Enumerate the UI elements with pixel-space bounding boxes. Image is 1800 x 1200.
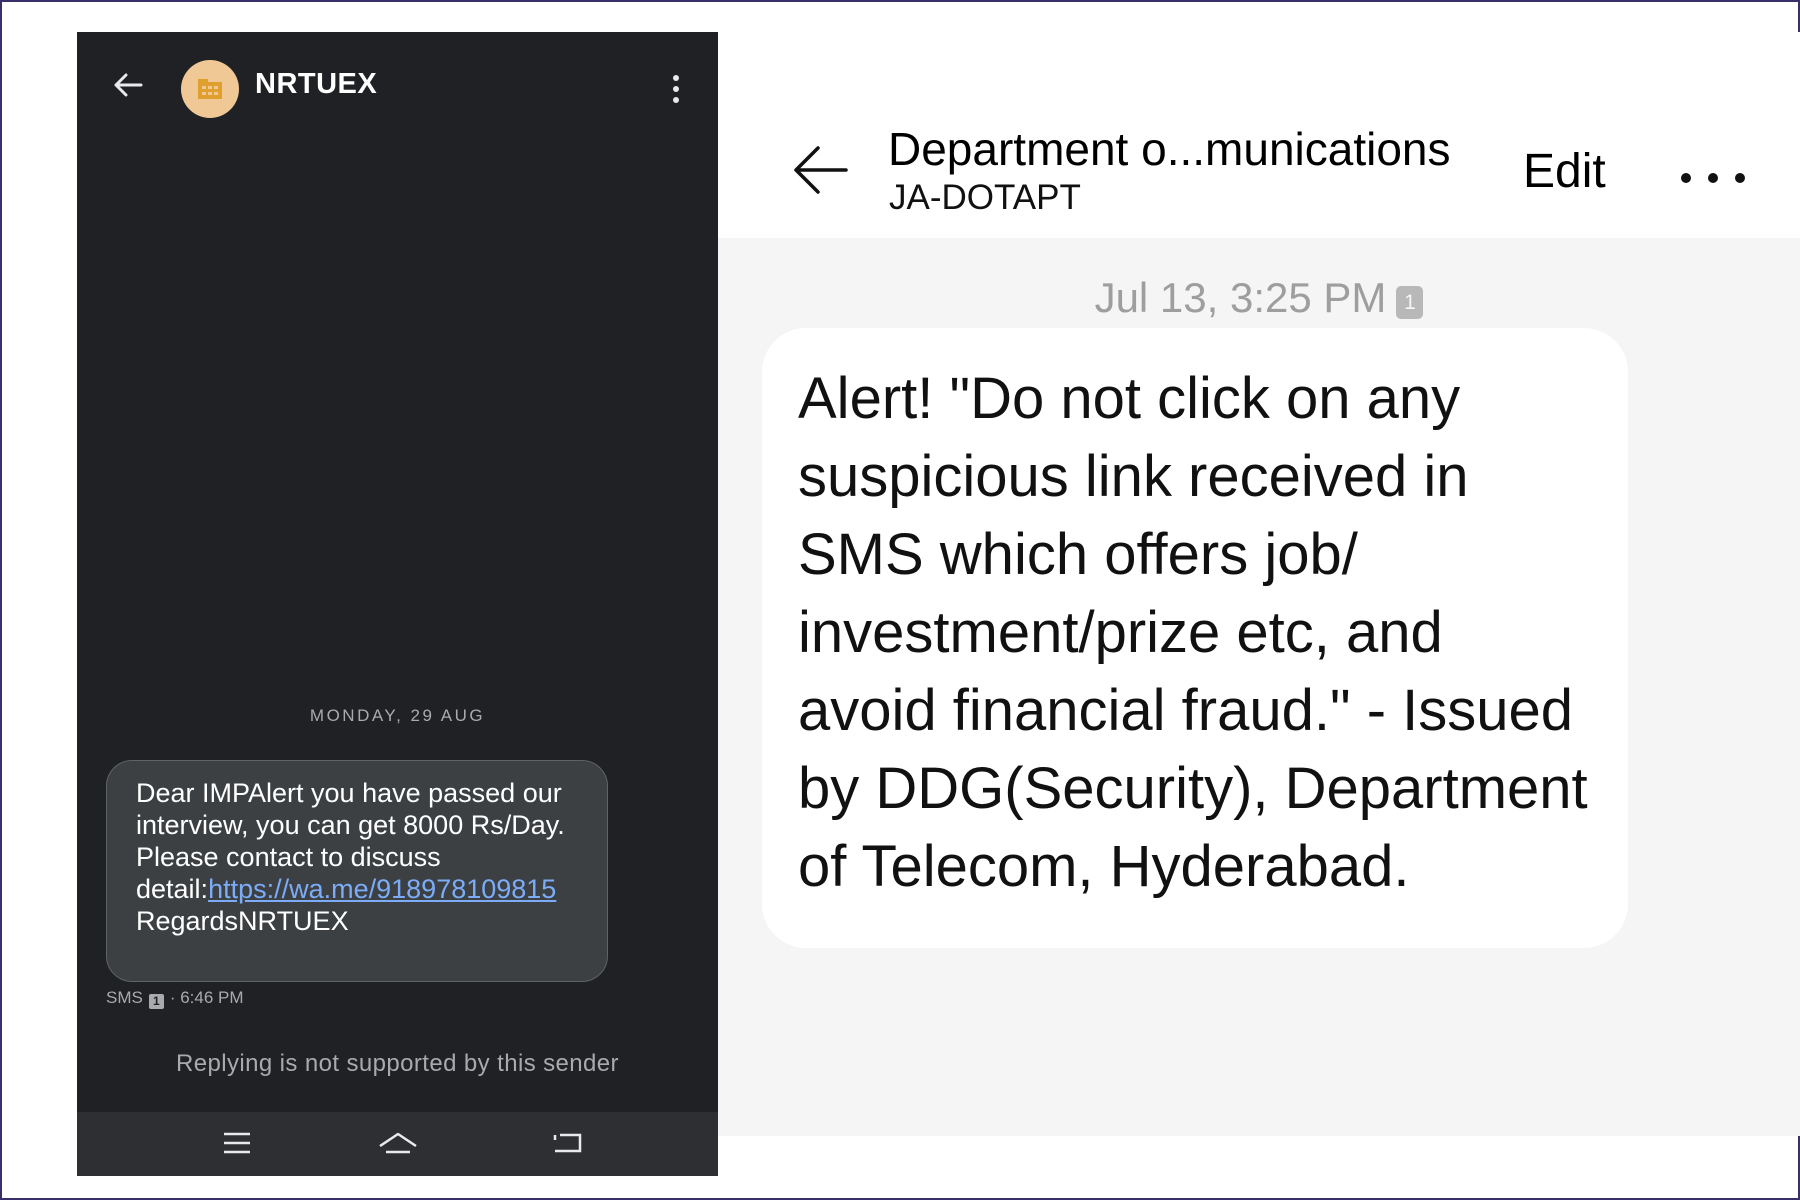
arrow-left-icon[interactable]: [790, 140, 850, 200]
message-time: · 6:46 PM: [169, 988, 244, 1007]
business-building-icon: [198, 79, 222, 99]
sim-card-icon: 1: [1396, 286, 1424, 319]
horizontal-dots-icon[interactable]: [1678, 170, 1748, 186]
sender-name: NRTUEX: [255, 68, 378, 100]
message-bubble[interactable]: Alert! "Do not click on any suspicious l…: [762, 328, 1628, 948]
message-link[interactable]: https://wa.me/918978109815: [208, 874, 556, 904]
reply-not-supported-notice: Replying is not supported by this sender: [176, 1050, 619, 1077]
message-line: by DDG(Security), Department: [798, 756, 1588, 821]
system-nav-bar: [77, 1112, 718, 1176]
message-line: investment/prize etc, and: [798, 600, 1443, 665]
timestamp-text: Jul 13, 3:25 PM: [1094, 274, 1387, 321]
message-channel: SMS: [106, 988, 143, 1007]
right-phone-screen: Department o...munications JA-DOTAPT Edi…: [718, 32, 1800, 1136]
sender-id: JA-DOTAPT: [889, 178, 1081, 217]
message-line: Alert! "Do not click on any: [798, 366, 1461, 431]
avatar: [181, 60, 239, 118]
vertical-dots-icon[interactable]: [671, 74, 681, 104]
right-conversation-header: Department o...munications JA-DOTAPT Edi…: [718, 32, 1800, 238]
message-signature: RegardsNRTUEX: [136, 906, 349, 936]
message-line: of Telecom, Hyderabad.: [798, 834, 1410, 899]
back-return-icon[interactable]: [552, 1130, 584, 1156]
message-meta: SMS 1 · 6:46 PM: [106, 988, 244, 1009]
menu-lines-icon[interactable]: [222, 1130, 252, 1156]
edit-button[interactable]: Edit: [1523, 144, 1606, 199]
conversation-title: Department o...munications: [888, 123, 1451, 175]
message-line: SMS which offers job/: [798, 522, 1358, 587]
date-divider: MONDAY, 29 AUG: [309, 706, 486, 725]
message-bubble[interactable]: Dear IMPAlert you have passed our interv…: [106, 760, 608, 982]
sim-card-icon: 1: [148, 994, 164, 1009]
message-list: Jul 13, 3:25 PM 1 Alert! "Do not click on…: [718, 238, 1800, 1136]
arrow-left-icon[interactable]: [111, 68, 145, 102]
home-icon[interactable]: [377, 1130, 419, 1158]
message-line: avoid financial fraud." - Issued: [798, 678, 1574, 743]
message-line: suspicious link received in: [798, 444, 1469, 509]
left-phone-screen: NRTUEX MONDAY, 29 AUG Dear IMPAlert you …: [77, 32, 718, 1176]
left-conversation-header: NRTUEX: [77, 32, 718, 132]
message-timestamp: Jul 13, 3:25 PM 1: [718, 274, 1800, 322]
